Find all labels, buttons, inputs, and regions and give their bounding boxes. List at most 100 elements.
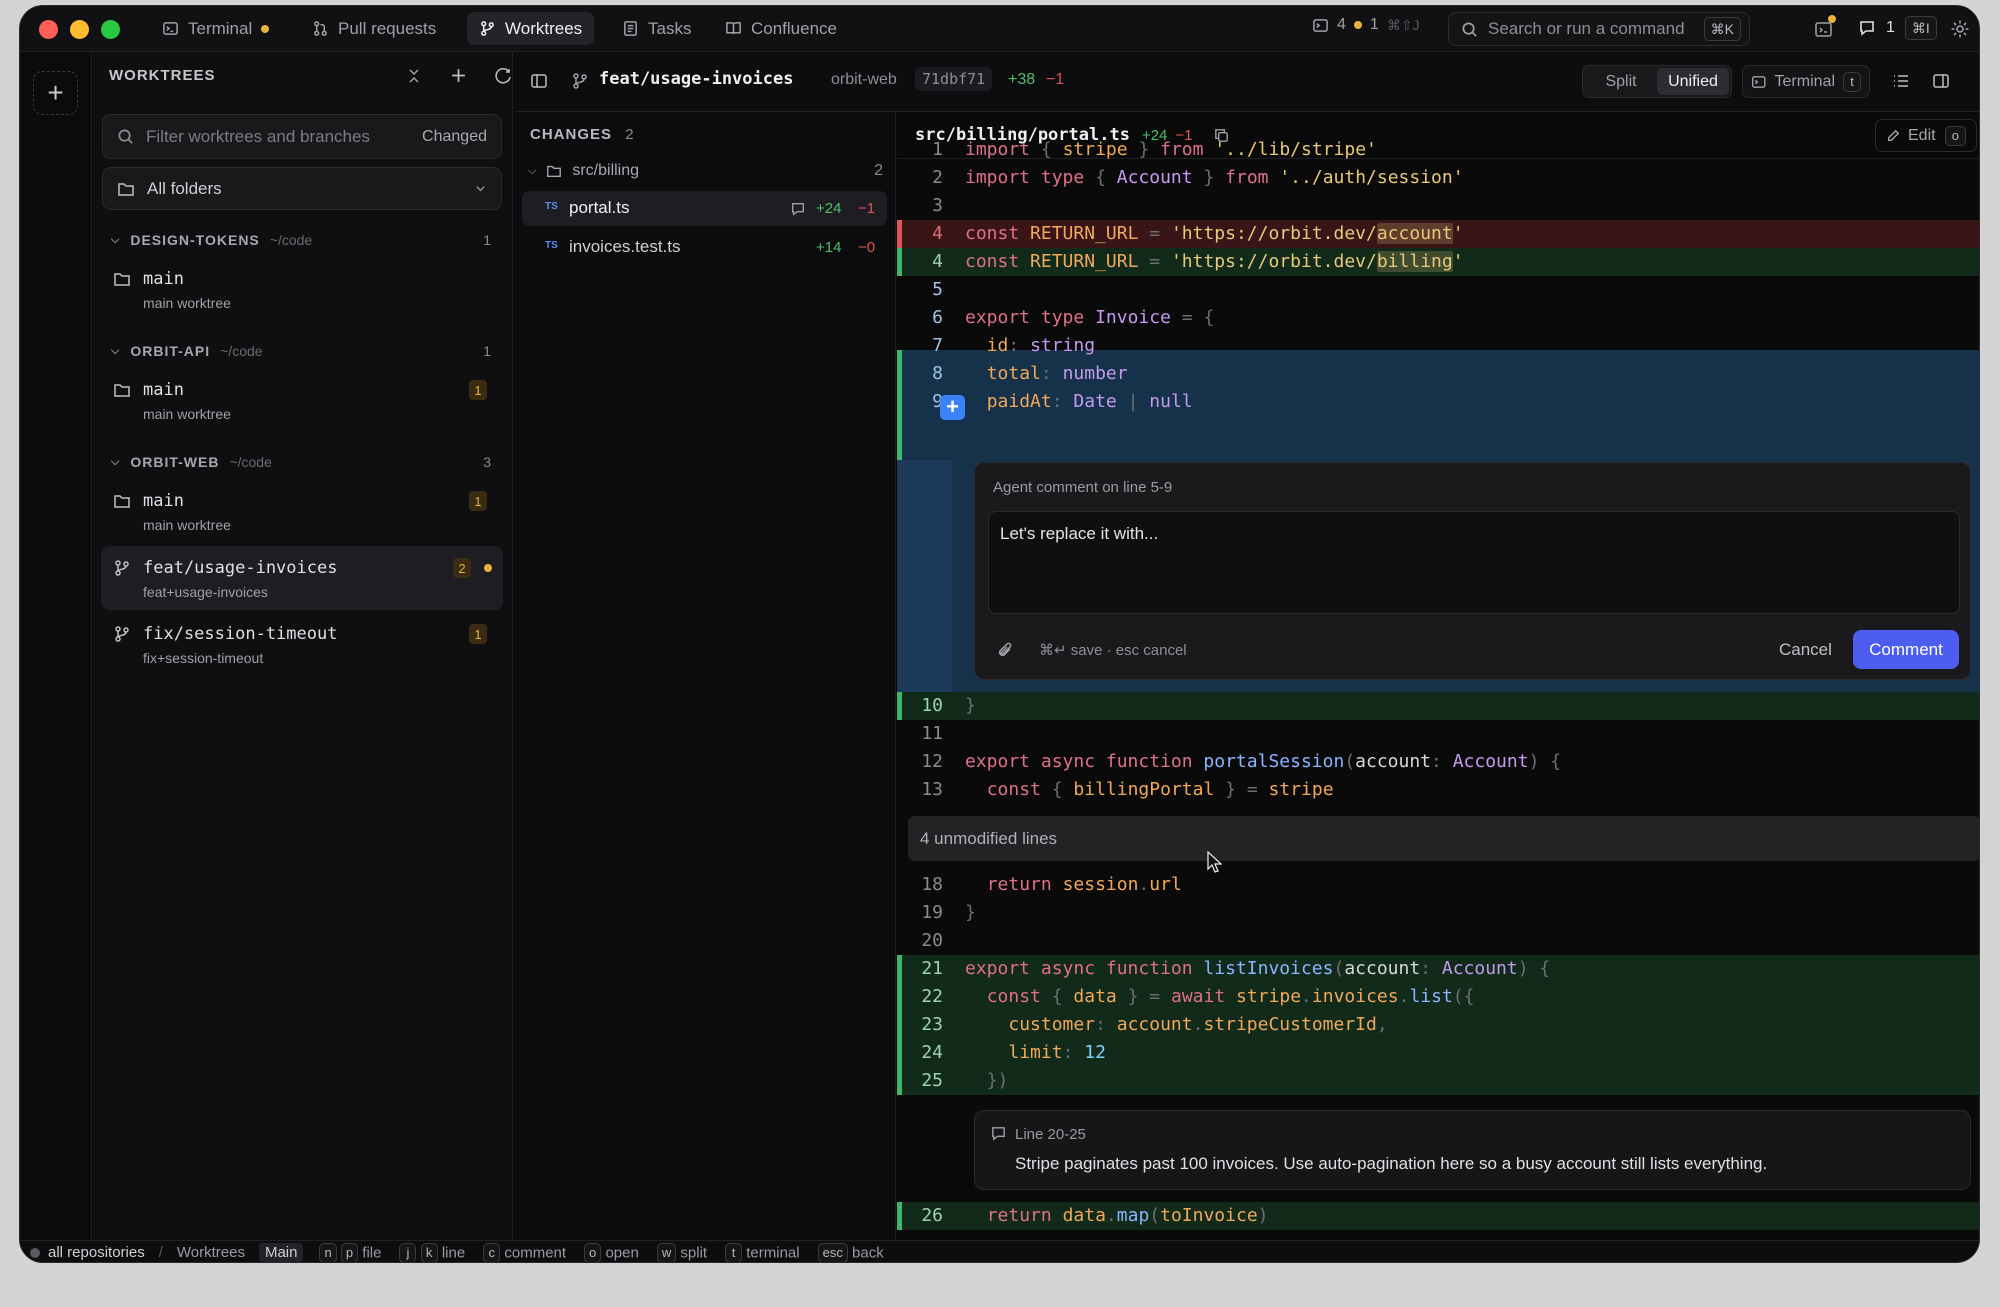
sidebar-toggle-icon[interactable] [530,72,548,90]
folder-name: src/billing [572,162,640,179]
deletions-count: −1 [1046,71,1065,88]
tab-label: Confluence [751,18,838,38]
worktree-subtitle: main worktree [143,406,231,422]
app-window: Terminal Pull requests Worktrees Tasks C… [19,5,1980,1263]
code-line-added[interactable]: 25 }) [897,1067,1979,1095]
file-row-selected[interactable]: TS portal.ts +24 −1 [522,191,887,226]
hint-label: open [605,1244,639,1261]
collapse-icon[interactable] [406,68,422,84]
panel-right-icon[interactable] [1932,72,1950,90]
tab-tasks[interactable]: Tasks [610,12,703,45]
review-note[interactable]: Line 20-25 Stripe paginates past 100 inv… [974,1110,1971,1190]
repo-name: orbit-web [831,71,897,88]
code-line[interactable]: 19} [897,899,1979,927]
tab-confluence[interactable]: Confluence [713,12,849,45]
code-line-added[interactable]: 21 export async function listInvoices(acc… [897,955,1979,983]
folder-select[interactable]: All folders [102,167,502,210]
add-comment-button[interactable]: + [940,395,965,420]
code-line-added[interactable]: 7 id: string [897,332,1979,360]
code-line[interactable]: 18 return session.url [897,871,1979,899]
selected-gutter [897,460,952,698]
hint-back: esc back [817,1242,884,1262]
code-line[interactable]: 2 import type { Account } from '../auth/s… [897,164,1979,192]
status-mode: Main [258,1243,304,1262]
code-line[interactable]: 11 [897,720,1979,748]
refresh-icon[interactable] [494,67,512,85]
code-line-added[interactable]: 4 const RETURN_URL = 'https://orbit.dev/b… [897,248,1979,276]
worktree-item[interactable]: main main worktree 1 [101,479,503,543]
repo-group-design-tokens[interactable]: ⌵ DESIGN-TOKENS ~/code 1 [111,232,501,248]
code-line-added[interactable]: 10} [897,692,1979,720]
line-number: 19 [921,902,943,923]
line-number: 1 [932,139,943,160]
tab-terminal[interactable]: Terminal [150,12,281,45]
plus-icon: + [47,77,64,108]
code-line-deleted[interactable]: 4 const RETURN_URL = 'https://orbit.dev/a… [897,220,1979,248]
hint-file: n p file [319,1242,382,1262]
worktree-name: main [143,269,184,289]
repo-name: ORBIT-API [130,343,211,359]
minimize-window-button[interactable] [70,20,89,39]
code-line-added[interactable]: 9 paidAt: Date | null [897,388,1979,416]
tab-pull-requests[interactable]: Pull requests [300,12,448,45]
tab-worktrees[interactable]: Worktrees [467,12,595,45]
close-window-button[interactable] [39,20,58,39]
worktree-filter-input[interactable]: Filter worktrees and branches Changed [102,114,502,159]
worktree-item[interactable]: main main worktree [101,257,503,321]
worktrees-panel: WORKTREES Filter worktrees and branches … [93,52,513,1240]
command-search[interactable]: Search or run a command ⌘K [1448,12,1750,46]
chevron-down-icon: ⌵ [111,344,121,357]
code-line-added[interactable]: 5 [897,276,1979,304]
add-workspace-button[interactable]: + [33,71,78,115]
worktree-item-selected[interactable]: feat/usage-invoices feat+usage-invoices … [101,546,503,610]
tasks-warning-count: 1 [1369,16,1379,33]
split-view-button[interactable]: Split [1585,68,1657,95]
repo-path: ~/code [229,454,272,470]
hint-label: file [362,1244,382,1261]
maximize-window-button[interactable] [101,20,120,39]
status-scope[interactable]: all repositories [48,1244,145,1261]
code-line[interactable]: 13 const { billingPortal } = stripe [897,776,1979,804]
list-icon[interactable] [1892,72,1910,90]
code-line[interactable]: 20 [897,927,1979,955]
hint-label: comment [504,1244,567,1261]
comment-submit-button[interactable]: Comment [1853,630,1959,669]
agent-icon[interactable] [1814,15,1836,44]
repo-count: 3 [483,454,491,470]
code-line[interactable]: 1 import { stripe } from '../lib/stripe' [897,136,1979,164]
worktree-item[interactable]: fix/session-timeout fix+session-timeout … [101,612,503,676]
code-line-added[interactable]: 22 const { data } = await stripe.invoice… [897,983,1979,1011]
file-row[interactable]: TS invoices.test.ts +14 −0 [522,230,887,265]
comments-button[interactable]: 1 ⌘I [1858,16,1937,40]
line-number: 24 [921,1042,943,1063]
commit-sha[interactable]: 71dbf71 [915,67,993,91]
paperclip-icon[interactable] [996,641,1014,659]
changes-panel: CHANGES 2 ⌵ src/billing 2 TS portal.ts +… [514,112,896,1240]
tasks-icon [1313,18,1328,32]
panel-title: WORKTREES [109,66,216,84]
unified-view-button[interactable]: Unified [1657,68,1729,95]
task-status[interactable]: 4 1 ⌘⇧J [1312,16,1420,34]
add-worktree-icon[interactable] [450,67,467,84]
unmodified-lines-expander[interactable]: 4 unmodified lines [908,816,1979,861]
status-view: Worktrees [176,1244,245,1261]
code-line-added[interactable]: 24 limit: 12 [897,1039,1979,1067]
folder-icon [547,165,562,177]
settings-button[interactable] [1950,19,1970,44]
code-line[interactable]: 3 [897,192,1979,220]
comment-textarea[interactable]: Let's replace it with... [988,511,1960,614]
repo-group-orbit-web[interactable]: ⌵ ORBIT-WEB ~/code 3 [111,454,501,470]
chevron-down-icon: ⌵ [528,164,537,177]
terminal-shortcut: t [1843,71,1861,92]
code-line-added[interactable]: 8 total: number [897,360,1979,388]
code-line[interactable]: 12 export async function portalSession(ac… [897,748,1979,776]
worktree-item[interactable]: main main worktree 1 [101,368,503,432]
repo-group-orbit-api[interactable]: ⌵ ORBIT-API ~/code 1 [111,343,501,359]
code-line-added[interactable]: 26 return data.map(toInvoice) [897,1202,1979,1230]
open-terminal-button[interactable]: Terminal t [1742,65,1870,98]
folder-src-billing[interactable]: ⌵ src/billing 2 [528,162,883,180]
changed-filter-toggle[interactable]: Changed [422,128,487,146]
cancel-button[interactable]: Cancel [1779,640,1832,660]
code-line-added[interactable]: 23 customer: account.stripeCustomerId, [897,1011,1979,1039]
code-line-added[interactable]: 6 export type Invoice = { [897,304,1979,332]
